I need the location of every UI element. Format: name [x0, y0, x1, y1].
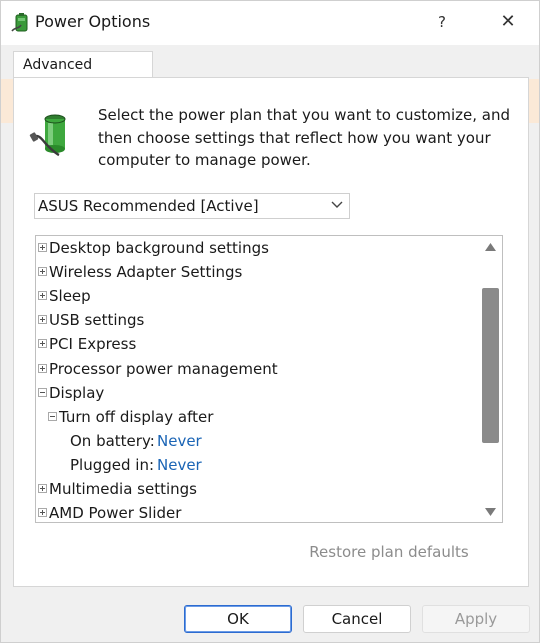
dropdown-selected-value: ASUS Recommended [Active] — [38, 197, 259, 215]
tree-item-value-link[interactable]: Never — [157, 453, 202, 477]
tree-item-label: USB settings — [49, 311, 145, 330]
cancel-button[interactable]: Cancel — [303, 605, 411, 633]
tree-item-label: PCI Express — [49, 335, 137, 354]
tree-item-label: Turn off display after — [59, 407, 214, 426]
expand-plus-icon[interactable] — [38, 291, 47, 301]
tree-item-label: Display — [49, 383, 105, 402]
tree-item-label: Processor power management — [49, 359, 278, 378]
expand-plus-icon[interactable] — [38, 243, 47, 252]
tree-item-label: On battery: — [70, 431, 155, 450]
window-title: Power Options — [35, 12, 151, 31]
tree-item-label: Wireless Adapter Settings — [49, 263, 243, 282]
tree-item-label: Plugged in: — [70, 455, 155, 474]
collapse-minus-icon[interactable] — [38, 387, 47, 397]
expand-plus-icon[interactable] — [38, 484, 47, 493]
tree-item-label: Sleep — [49, 287, 91, 306]
scroll-up-arrow-icon[interactable] — [485, 243, 496, 251]
help-button[interactable]: ? — [429, 9, 455, 35]
expand-plus-icon[interactable] — [38, 508, 47, 518]
power-plan-icon — [29, 114, 66, 157]
scroll-thumb[interactable] — [482, 288, 499, 443]
settings-tree: Desktop background settings Wireless Adap… — [35, 235, 503, 523]
expand-plus-icon[interactable] — [38, 339, 47, 349]
scroll-down-arrow-icon[interactable] — [485, 508, 496, 516]
expand-plus-icon[interactable] — [38, 363, 47, 373]
title-bar: Power Options ? ✕ — [1, 1, 539, 45]
tree-item-label: Multimedia settings — [49, 480, 197, 498]
background-strip-right — [528, 79, 539, 123]
close-button[interactable]: ✕ — [495, 9, 521, 35]
ok-button[interactable]: OK — [184, 605, 292, 633]
restore-plan-defaults-button[interactable]: Restore plan defaults — [305, 539, 473, 565]
expand-plus-icon[interactable] — [38, 267, 47, 277]
tab-advanced-settings[interactable]: Advanced settings — [13, 51, 153, 99]
power-options-window: Power Options ? ✕ Advanced settings Sele… — [0, 0, 540, 643]
tree-item-label: AMD Power Slider — [49, 504, 182, 523]
expand-plus-icon[interactable] — [38, 315, 47, 325]
plan-description: Select the power plan that you want to c… — [98, 106, 510, 169]
tree-item-value-link[interactable]: Never — [157, 429, 202, 453]
chevron-down-icon — [331, 201, 343, 208]
tree-item-label: Desktop background settings — [49, 239, 269, 257]
battery-plug-icon — [11, 13, 28, 32]
apply-button[interactable]: Apply — [422, 605, 530, 633]
power-plan-dropdown[interactable]: ASUS Recommended [Active] — [34, 193, 350, 219]
collapse-minus-icon[interactable] — [48, 411, 57, 421]
tree-scrollbar[interactable] — [479, 236, 502, 522]
background-strip-left — [1, 79, 13, 123]
